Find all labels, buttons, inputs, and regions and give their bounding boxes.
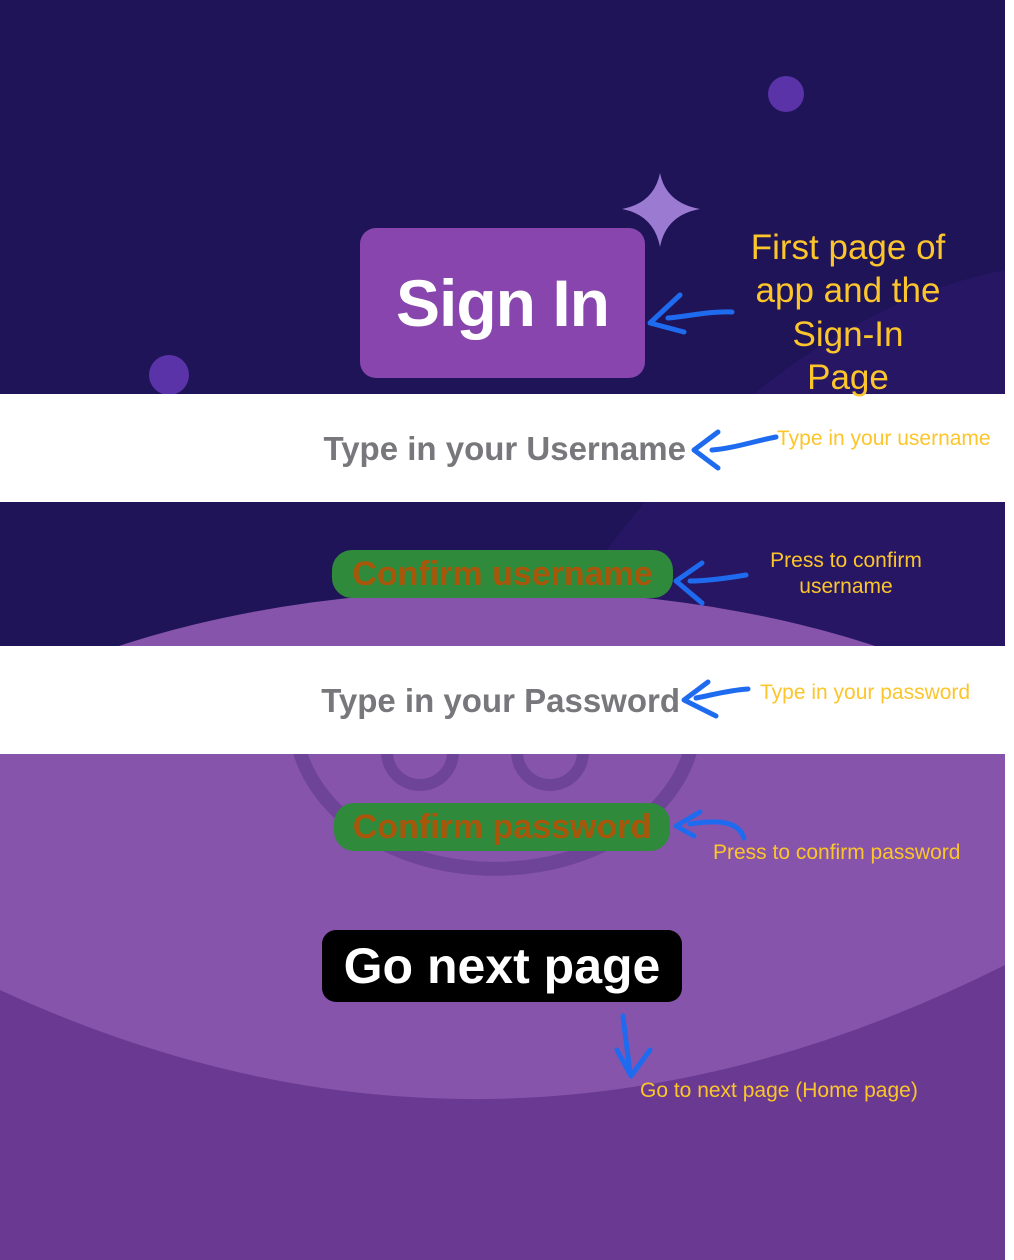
annotation-confirm-username: Press to confirm username (770, 549, 922, 598)
annotation-confirm-password: Press to confirm password (713, 841, 961, 864)
background-dot (149, 355, 189, 395)
confirm-username-button[interactable]: Confirm username (332, 550, 673, 598)
annotation-type-username: Type in your username (777, 427, 991, 450)
password-input[interactable] (250, 680, 680, 722)
annotation-first-page: First page of app and the Sign-In Page (750, 228, 946, 398)
username-input[interactable] (250, 428, 686, 470)
annotation-next-page: Go to next page (Home page) (640, 1079, 918, 1102)
sign-in-screen: Sign In Confirm username Confirm passwor… (0, 0, 1005, 1260)
background-illustration (0, 0, 1005, 1260)
annotation-type-password: Type in your password (760, 681, 971, 704)
go-next-page-button[interactable]: Go next page (322, 930, 682, 1002)
sign-in-button[interactable]: Sign In (360, 228, 645, 378)
confirm-password-button[interactable]: Confirm password (334, 803, 670, 851)
background-dot (768, 76, 804, 112)
